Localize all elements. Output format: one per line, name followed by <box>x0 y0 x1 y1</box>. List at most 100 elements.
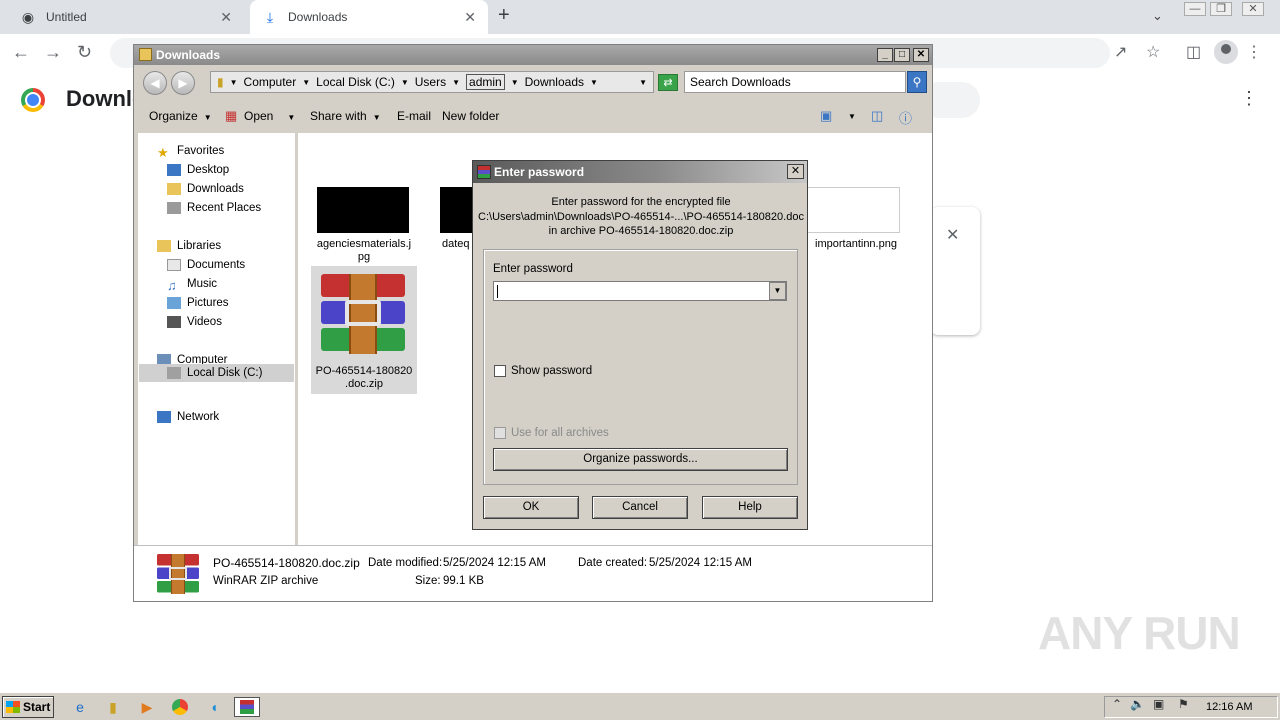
maximize-button[interactable]: □ <box>894 48 910 62</box>
help-button[interactable]: Help <box>702 496 798 519</box>
nav-documents[interactable]: Documents <box>167 259 245 271</box>
flag-icon[interactable]: ⚑ <box>1178 697 1189 711</box>
organize-button[interactable]: Organize ▼ <box>149 109 212 123</box>
profile-avatar[interactable] <box>1214 40 1238 64</box>
back-icon[interactable]: ◀ <box>143 71 167 95</box>
nav-music[interactable]: ♫ Music <box>167 278 217 293</box>
detail-created-label: Date created: <box>578 557 648 569</box>
minimize-button[interactable]: — <box>1184 2 1206 16</box>
view-icon[interactable]: ▣ <box>820 108 832 124</box>
nav-local-disk[interactable]: Local Disk (C:) <box>139 364 294 382</box>
chevron-down-icon[interactable]: ▼ <box>639 78 647 87</box>
share-with-button[interactable]: Share with ▼ <box>310 109 381 123</box>
network-icon[interactable]: ▣ <box>1153 697 1164 711</box>
back-icon[interactable]: ← <box>12 42 30 63</box>
close-window-button[interactable]: ✕ <box>1242 2 1264 16</box>
file-label[interactable]: importantinn.png <box>806 238 906 251</box>
address-bar[interactable]: ▮ ▼ Computer ▼ Local Disk (C:) ▼ Users ▼… <box>210 71 654 93</box>
search-icon[interactable]: ⚲ <box>907 71 927 93</box>
cancel-button[interactable]: Cancel <box>592 496 688 519</box>
detail-filename: PO-465514-180820.doc.zip <box>213 556 360 570</box>
nav-network[interactable]: Network <box>157 411 219 423</box>
close-button[interactable]: ✕ <box>787 164 804 179</box>
detail-size: 99.1 KB <box>443 575 484 587</box>
explorer-navbar: ◀ ▶ ▮ ▼ Computer ▼ Local Disk (C:) ▼ Use… <box>134 65 932 99</box>
recent-icon <box>167 202 181 214</box>
globe-icon: ◉ <box>21 8 35 25</box>
chevron-down-icon[interactable]: ▼ <box>769 282 786 300</box>
side-panel-icon[interactable]: ◫ <box>1186 42 1201 62</box>
password-input[interactable] <box>493 281 787 301</box>
clock[interactable]: 12:16 AM <box>1206 701 1252 713</box>
nav-videos[interactable]: Videos <box>167 316 222 328</box>
bookmark-star-icon[interactable]: ☆ <box>1146 42 1160 62</box>
breadcrumb-admin[interactable]: admin <box>466 74 505 90</box>
media-player-icon[interactable]: ▶ <box>137 697 157 717</box>
close-icon[interactable]: ✕ <box>220 9 232 26</box>
file-label[interactable]: agenciesmaterials.j pg <box>311 238 417 264</box>
chevron-down-icon[interactable]: ▼ <box>848 112 856 121</box>
detail-type: WinRAR ZIP archive <box>213 575 319 587</box>
restore-button[interactable]: ❐ <box>1210 2 1232 16</box>
nav-pictures[interactable]: Pictures <box>167 297 229 309</box>
winrar-archive-icon <box>155 554 199 594</box>
close-button[interactable]: ✕ <box>913 48 929 62</box>
command-bar: Organize ▼ ▦ Open ▼ Share with ▼ E-mail New… <box>134 101 932 131</box>
preview-pane-icon[interactable]: ◫ <box>871 108 883 124</box>
more-options-icon[interactable]: ⋮ <box>1240 88 1258 109</box>
tab-search-icon[interactable]: ⌄ <box>1152 8 1163 24</box>
tab-downloads[interactable]: ⤓ Downloads ✕ <box>250 0 488 34</box>
file-thumbnail[interactable] <box>440 187 476 233</box>
file-thumbnail[interactable] <box>806 187 900 233</box>
file-thumbnail[interactable] <box>317 187 409 233</box>
organize-passwords-button[interactable]: Organize passwords... <box>493 448 788 471</box>
explorer-titlebar: Downloads _ □ ✕ <box>134 45 932 65</box>
use-for-all-checkbox[interactable] <box>494 427 506 439</box>
use-for-all-label[interactable]: Use for all archives <box>511 427 609 439</box>
winrar-icon[interactable] <box>234 697 260 717</box>
forward-icon[interactable]: → <box>44 42 62 63</box>
show-hidden-icon[interactable]: ⌃ <box>1112 697 1122 711</box>
ie-icon[interactable]: e <box>70 697 90 717</box>
nav-favorites[interactable]: ★ Favorites <box>157 145 224 160</box>
dialog-info: Enter password for the encrypted file C:… <box>478 196 804 237</box>
music-icon: ♫ <box>167 278 177 293</box>
tab-untitled[interactable]: ◉ Untitled ✕ <box>8 0 244 34</box>
nav-downloads[interactable]: Downloads <box>167 183 244 195</box>
close-icon[interactable]: ✕ <box>464 9 476 26</box>
breadcrumb-computer[interactable]: Computer <box>244 75 297 89</box>
breadcrumb-local-disk[interactable]: Local Disk (C:) <box>316 75 395 89</box>
open-button[interactable]: Open ▼ <box>244 109 295 123</box>
details-pane: PO-465514-180820.doc.zip Date modified: … <box>134 545 932 601</box>
start-button[interactable]: Start <box>2 696 54 718</box>
edge-icon[interactable]: ◖ <box>204 697 224 717</box>
email-button[interactable]: E-mail <box>397 109 431 123</box>
new-tab-button[interactable]: + <box>498 4 510 27</box>
nav-recent-places[interactable]: Recent Places <box>167 202 261 214</box>
share-icon[interactable]: ↗ <box>1114 42 1127 62</box>
chrome-logo-icon <box>21 88 45 112</box>
new-folder-button[interactable]: New folder <box>442 109 499 123</box>
ok-button[interactable]: OK <box>483 496 579 519</box>
show-password-checkbox[interactable] <box>494 365 506 377</box>
breadcrumb-downloads[interactable]: Downloads <box>525 75 584 89</box>
explorer-icon[interactable]: ▮ <box>103 697 123 717</box>
navigation-pane: ★ Favorites Desktop Downloads Recent Plac… <box>138 133 295 545</box>
chrome-icon[interactable] <box>170 697 190 717</box>
close-icon[interactable]: ✕ <box>946 225 959 245</box>
reload-icon[interactable]: ↻ <box>77 42 92 63</box>
search-input[interactable]: Search Downloads <box>684 71 906 93</box>
menu-icon[interactable]: ⋮ <box>1246 42 1262 62</box>
zip-file-item[interactable]: PO-465514-180820 .doc.zip <box>311 266 417 394</box>
breadcrumb-users[interactable]: Users <box>415 75 446 89</box>
nav-desktop[interactable]: Desktop <box>167 164 229 176</box>
minimize-button[interactable]: _ <box>877 48 893 62</box>
folder-icon <box>139 48 152 61</box>
show-password-label[interactable]: Show password <box>511 365 592 377</box>
network-icon <box>157 411 171 423</box>
forward-icon[interactable]: ▶ <box>171 71 195 95</box>
nav-libraries[interactable]: Libraries <box>157 240 221 252</box>
help-icon[interactable]: ⓘ <box>899 108 912 127</box>
refresh-icon[interactable]: ⇄ <box>658 74 678 91</box>
volume-icon[interactable]: 🔈 <box>1130 697 1145 711</box>
